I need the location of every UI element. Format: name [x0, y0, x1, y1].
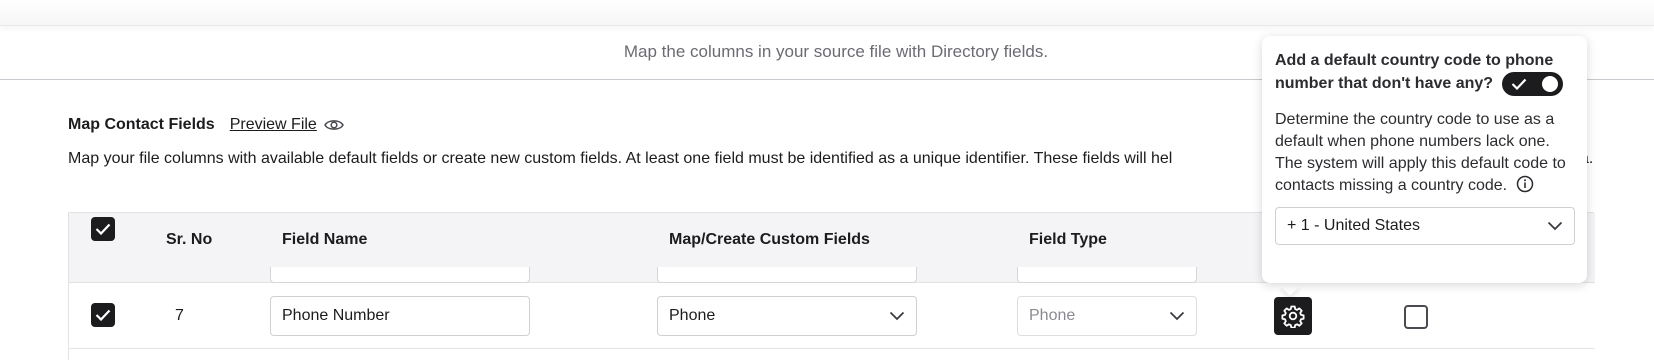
field-type-select[interactable]: Phone [1017, 296, 1197, 336]
field-type-value: Phone [1029, 307, 1076, 324]
field-settings-button[interactable] [1274, 297, 1312, 335]
map-field-select[interactable]: Phone [657, 296, 917, 336]
unique-identifier-checkbox[interactable] [1404, 305, 1428, 329]
check-icon [95, 309, 111, 321]
preview-file-link[interactable]: Preview File [230, 116, 344, 134]
select-all-checkbox[interactable] [91, 217, 115, 241]
section-header: Map Contact Fields Preview File [68, 116, 344, 134]
eye-icon [323, 118, 344, 132]
header-field-type: Field Type [1029, 231, 1107, 248]
section-title: Map Contact Fields [68, 116, 215, 133]
section-description: Map your file columns with available def… [68, 150, 1173, 167]
popover-title: Add a default country code to phone numb… [1275, 50, 1575, 96]
header-field-name: Field Name [282, 231, 368, 248]
popover-description: Determine the country code to use as a d… [1275, 109, 1575, 197]
chevron-down-icon [889, 311, 905, 321]
country-code-value: + 1 - United States [1287, 217, 1420, 234]
country-code-select[interactable]: + 1 - United States [1275, 207, 1575, 245]
field-name-input[interactable]: Phone Number [270, 296, 530, 336]
gear-icon [1281, 305, 1305, 328]
info-icon[interactable] [1516, 175, 1534, 193]
check-icon [1511, 78, 1526, 90]
header-map-create: Map/Create Custom Fields [669, 231, 870, 248]
preview-file-label: Preview File [229, 116, 317, 133]
row-sr-no: 7 [175, 307, 184, 324]
field-name-value: Phone Number [282, 307, 390, 324]
top-bar [0, 0, 1654, 26]
map-field-value: Phone [669, 307, 716, 324]
country-code-popover: Add a default country code to phone numb… [1262, 36, 1587, 283]
toggle-knob [1541, 76, 1558, 92]
default-country-code-toggle[interactable] [1501, 72, 1563, 96]
header-sr-no: Sr. No [166, 231, 213, 248]
chevron-down-icon [1547, 221, 1563, 231]
previous-row-input [270, 267, 530, 283]
table-row: 7 Phone Number Phone Phone [69, 283, 1595, 349]
chevron-down-icon [1169, 311, 1185, 321]
previous-row-select [657, 267, 917, 283]
check-icon [95, 223, 111, 235]
row-select-checkbox[interactable] [91, 303, 115, 327]
previous-row-type [1017, 267, 1197, 283]
